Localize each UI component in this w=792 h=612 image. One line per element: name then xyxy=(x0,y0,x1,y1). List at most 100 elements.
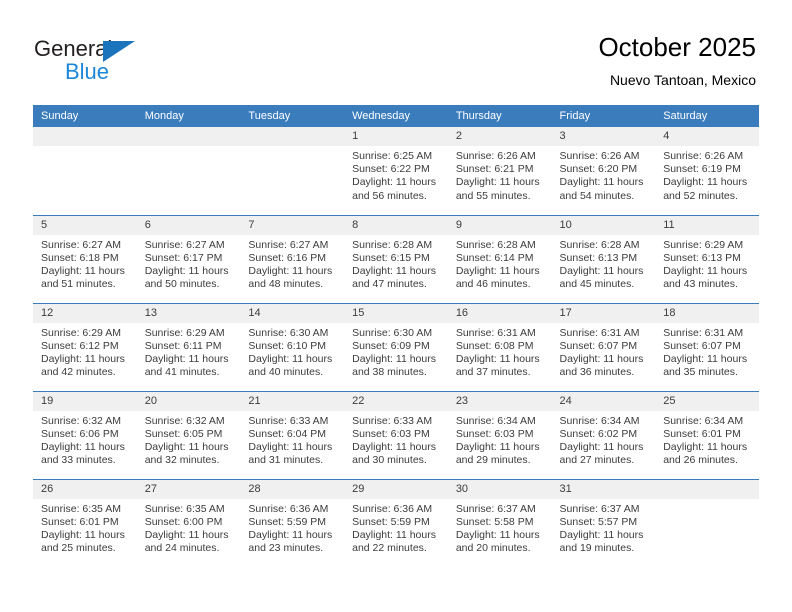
weekday-header-wednesday: Wednesday xyxy=(344,105,448,127)
calendar-day-cell[interactable]: 2 Sunrise: 6:26 AM Sunset: 6:21 PM Daylight… xyxy=(447,127,552,215)
calendar-day-cell[interactable]: 6 Sunrise: 6:27 AM Sunset: 6:17 PM Daylight… xyxy=(136,214,241,303)
day-number: 2 xyxy=(447,127,552,146)
calendar-cell-inner: 29 Sunrise: 6:36 AM Sunset: 5:59 PM Dayligh… xyxy=(344,479,448,568)
logo-text-blue: Blue xyxy=(65,59,110,84)
calendar-cell-inner: 28 Sunrise: 6:36 AM Sunset: 5:59 PM Dayligh… xyxy=(240,479,345,568)
calendar-day-cell[interactable]: 4 Sunrise: 6:26 AM Sunset: 6:19 PM Daylight… xyxy=(655,127,759,215)
calendar-cell-inner: 22 Sunrise: 6:33 AM Sunset: 6:03 PM Dayligh… xyxy=(344,391,448,479)
weekday-header-monday: Monday xyxy=(136,105,241,127)
calendar-day-cell[interactable]: 14 Sunrise: 6:30 AM Sunset: 6:10 PM Dayligh… xyxy=(240,302,345,391)
day-number: 25 xyxy=(655,391,759,411)
sunset-time: Sunset: 6:13 PM xyxy=(559,251,638,264)
sunrise-time: Sunrise: 6:25 AM xyxy=(352,150,433,162)
sunrise-time: Sunrise: 6:31 AM xyxy=(559,326,640,339)
daylight-duration-line2: and 33 minutes. xyxy=(41,454,116,467)
calendar-cell-inner: 18 Sunrise: 6:31 AM Sunset: 6:07 PM Dayligh… xyxy=(655,303,759,391)
weekday-header-tuesday: Tuesday xyxy=(240,105,345,127)
calendar-day-cell[interactable]: 12 Sunrise: 6:29 AM Sunset: 6:12 PM Dayligh… xyxy=(33,302,137,391)
calendar-day-cell[interactable]: 15 Sunrise: 6:30 AM Sunset: 6:09 PM Dayligh… xyxy=(344,302,448,391)
daylight-duration-line2: and 48 minutes. xyxy=(248,278,324,291)
general-blue-logo[interactable]: General Blue xyxy=(34,36,244,88)
daylight-duration-line1: Daylight: 11 hours xyxy=(352,440,436,453)
sunrise-time: Sunrise: 6:34 AM xyxy=(559,414,640,427)
daylight-duration-line2: and 52 minutes. xyxy=(663,189,738,202)
calendar-day-cell[interactable]: 19 Sunrise: 6:32 AM Sunset: 6:06 PM Dayligh… xyxy=(33,390,137,479)
daylight-duration-line2: and 51 minutes. xyxy=(41,278,116,291)
daylight-duration-line1: Daylight: 11 hours xyxy=(663,352,748,365)
daylight-duration-line1: Daylight: 11 hours xyxy=(559,440,644,453)
calendar-day-cell[interactable]: 13 Sunrise: 6:29 AM Sunset: 6:11 PM Dayligh… xyxy=(136,302,241,391)
calendar-day-cell[interactable]: 23 Sunrise: 6:34 AM Sunset: 6:03 PM Dayligh… xyxy=(447,390,552,479)
sunset-time: Sunset: 6:20 PM xyxy=(559,163,638,176)
daylight-duration-line1: Daylight: 11 hours xyxy=(455,264,540,277)
location-subtitle: Nuevo Tantoan, Mexico xyxy=(609,72,756,88)
daylight-duration-line1: Daylight: 11 hours xyxy=(559,528,644,541)
day-details: Sunrise: 6:33 AM Sunset: 6:03 PM Daylight:… xyxy=(344,411,448,468)
calendar-day-cell[interactable]: 20 Sunrise: 6:32 AM Sunset: 6:05 PM Dayligh… xyxy=(136,390,241,479)
calendar-day-cell[interactable]: 18 Sunrise: 6:31 AM Sunset: 6:07 PM Dayligh… xyxy=(655,302,759,391)
calendar-day-cell[interactable]: 8 Sunrise: 6:28 AM Sunset: 6:15 PM Daylight… xyxy=(344,214,448,303)
day-details: Sunrise: 6:34 AM Sunset: 6:03 PM Daylight:… xyxy=(448,411,552,468)
calendar-day-cell[interactable]: 1 Sunrise: 6:25 AM Sunset: 6:22 PM Daylight… xyxy=(344,127,448,215)
sunrise-time: Sunrise: 6:26 AM xyxy=(663,150,744,162)
calendar-cell-inner: 11 Sunrise: 6:29 AM Sunset: 6:13 PM Dayligh… xyxy=(655,215,759,303)
day-details: Sunrise: 6:31 AM Sunset: 6:07 PM Daylight:… xyxy=(655,323,759,380)
daylight-duration-line1: Daylight: 11 hours xyxy=(352,176,436,189)
day-number: 3 xyxy=(551,127,656,146)
daylight-duration-line2: and 32 minutes. xyxy=(144,454,220,467)
day-number: 26 xyxy=(33,479,137,499)
calendar-day-cell[interactable]: 17 Sunrise: 6:31 AM Sunset: 6:07 PM Dayligh… xyxy=(551,302,656,391)
daylight-duration-line2: and 23 minutes. xyxy=(248,542,324,555)
sunset-time: Sunset: 6:01 PM xyxy=(663,427,741,440)
daylight-duration-line1: Daylight: 11 hours xyxy=(455,352,540,365)
daylight-duration-line2: and 45 minutes. xyxy=(559,278,635,291)
calendar-day-cell[interactable]: 29 Sunrise: 6:36 AM Sunset: 5:59 PM Dayligh… xyxy=(344,478,448,568)
calendar-cell-inner: 19 Sunrise: 6:32 AM Sunset: 6:06 PM Dayligh… xyxy=(33,391,137,479)
calendar-day-cell[interactable]: 25 Sunrise: 6:34 AM Sunset: 6:01 PM Dayligh… xyxy=(655,390,759,479)
calendar-cell-inner: 7 Sunrise: 6:27 AM Sunset: 6:16 PM Daylight… xyxy=(240,215,345,303)
daylight-duration-line2: and 26 minutes. xyxy=(663,454,738,467)
day-details: Sunrise: 6:25 AM Sunset: 6:22 PM Daylight:… xyxy=(344,146,448,203)
daylight-duration-line2: and 42 minutes. xyxy=(41,366,116,379)
sunrise-time: Sunrise: 6:36 AM xyxy=(248,502,329,515)
calendar-empty-cell xyxy=(33,127,137,215)
weekday-header-saturday: Saturday xyxy=(655,105,759,127)
sunrise-time: Sunrise: 6:35 AM xyxy=(144,502,225,515)
calendar-day-cell[interactable]: 9 Sunrise: 6:28 AM Sunset: 6:14 PM Daylight… xyxy=(447,214,552,303)
calendar-day-cell[interactable]: 16 Sunrise: 6:31 AM Sunset: 6:08 PM Dayligh… xyxy=(447,302,552,391)
calendar-empty-cell xyxy=(136,127,241,215)
daylight-duration-line2: and 56 minutes. xyxy=(352,189,427,202)
calendar-day-cell[interactable]: 28 Sunrise: 6:36 AM Sunset: 5:59 PM Dayligh… xyxy=(240,478,345,568)
calendar-day-cell[interactable]: 3 Sunrise: 6:26 AM Sunset: 6:20 PM Daylight… xyxy=(551,127,656,215)
calendar-cell-inner: 25 Sunrise: 6:34 AM Sunset: 6:01 PM Dayligh… xyxy=(655,391,759,479)
calendar-day-cell[interactable]: 24 Sunrise: 6:34 AM Sunset: 6:02 PM Dayligh… xyxy=(551,390,656,479)
calendar-day-cell[interactable]: 7 Sunrise: 6:27 AM Sunset: 6:16 PM Daylight… xyxy=(240,214,345,303)
sunset-time: Sunset: 6:16 PM xyxy=(248,251,327,264)
calendar-cell-inner: 6 Sunrise: 6:27 AM Sunset: 6:17 PM Daylight… xyxy=(136,215,241,303)
sunset-time: Sunset: 6:03 PM xyxy=(352,427,430,440)
daylight-duration-line2: and 22 minutes. xyxy=(352,542,427,555)
calendar-day-cell[interactable]: 10 Sunrise: 6:28 AM Sunset: 6:13 PM Dayligh… xyxy=(551,214,656,303)
sunset-time: Sunset: 6:19 PM xyxy=(663,163,741,176)
daylight-duration-line1: Daylight: 11 hours xyxy=(144,264,229,277)
calendar-day-cell[interactable]: 11 Sunrise: 6:29 AM Sunset: 6:13 PM Dayligh… xyxy=(655,214,759,303)
weekday-header-row: Sunday Monday Tuesday Wednesday Thursday… xyxy=(33,105,759,127)
day-number: 15 xyxy=(344,303,448,323)
sunrise-time: Sunrise: 6:36 AM xyxy=(352,502,433,515)
calendar-day-cell[interactable]: 31 Sunrise: 6:37 AM Sunset: 5:57 PM Dayligh… xyxy=(551,478,656,567)
day-details: Sunrise: 6:31 AM Sunset: 6:08 PM Daylight:… xyxy=(448,323,552,380)
sunrise-sunset-calendar: Sunday Monday Tuesday Wednesday Thursday… xyxy=(33,105,759,567)
day-details: Sunrise: 6:30 AM Sunset: 6:09 PM Daylight:… xyxy=(344,323,448,380)
daylight-duration-line1: Daylight: 11 hours xyxy=(455,176,540,189)
calendar-day-cell[interactable]: 30 Sunrise: 6:37 AM Sunset: 5:58 PM Dayligh… xyxy=(447,478,552,567)
sunset-time: Sunset: 5:58 PM xyxy=(455,515,534,528)
sunrise-time: Sunrise: 6:35 AM xyxy=(41,502,121,515)
calendar-day-cell[interactable]: 22 Sunrise: 6:33 AM Sunset: 6:03 PM Dayligh… xyxy=(344,390,448,479)
calendar-day-cell[interactable]: 26 Sunrise: 6:35 AM Sunset: 6:01 PM Dayligh… xyxy=(33,478,137,567)
calendar-day-cell[interactable]: 5 Sunrise: 6:27 AM Sunset: 6:18 PM Daylight… xyxy=(33,214,137,303)
day-details: Sunrise: 6:37 AM Sunset: 5:57 PM Daylight:… xyxy=(552,499,656,556)
calendar-day-cell[interactable]: 21 Sunrise: 6:33 AM Sunset: 6:04 PM Dayligh… xyxy=(240,390,345,479)
sunset-time: Sunset: 6:10 PM xyxy=(248,339,327,352)
calendar-day-cell[interactable]: 27 Sunrise: 6:35 AM Sunset: 6:00 PM Dayligh… xyxy=(136,478,241,567)
daylight-duration-line1: Daylight: 11 hours xyxy=(663,264,748,277)
